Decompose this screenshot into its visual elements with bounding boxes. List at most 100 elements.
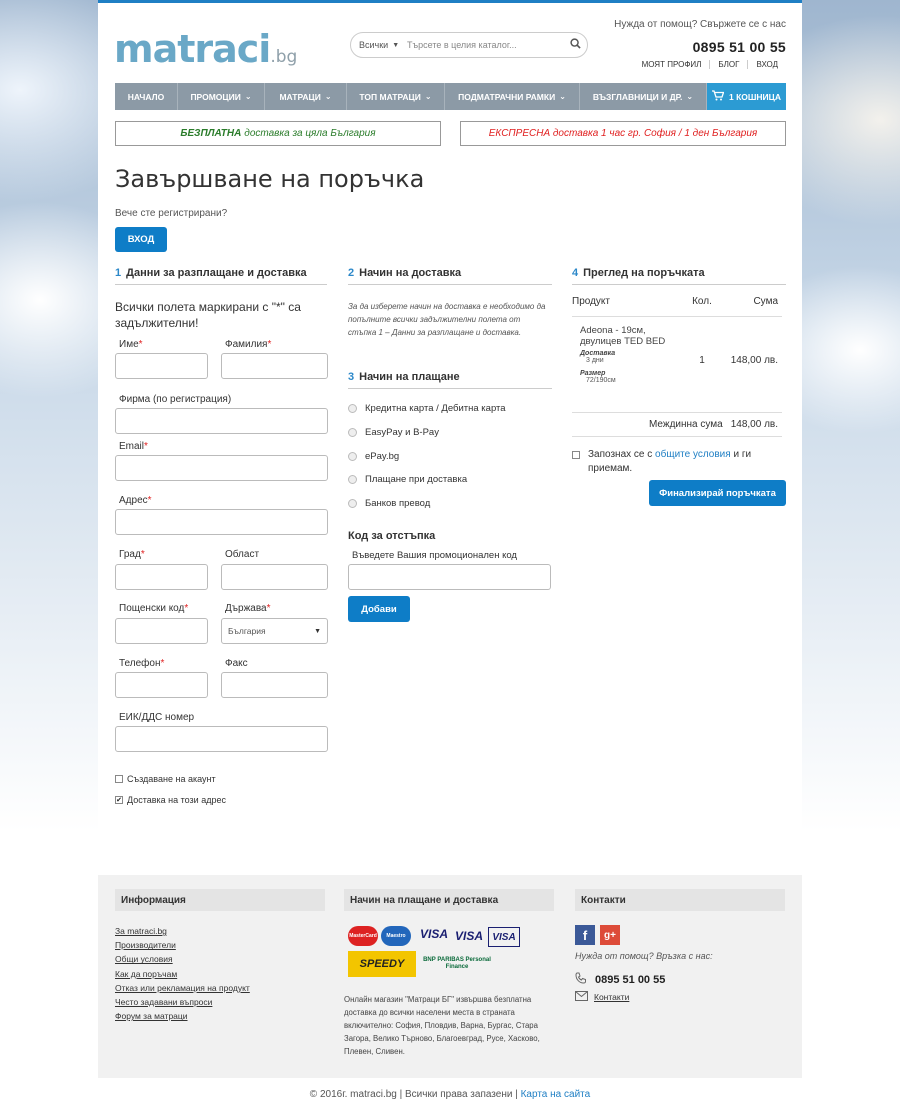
payment-option-easypay[interactable]: EasyPay и B-Pay <box>348 427 439 438</box>
nav-item-bed-frames[interactable]: ПОДМАТРАЧНИ РАМКИ ⌄ <box>445 83 580 110</box>
footer-link[interactable]: Как да поръчам <box>115 967 250 981</box>
payment-logos: MasterCard Maestro VISA VISA VISA SPEEDY… <box>348 925 548 981</box>
subtotal-label: Междинна сума <box>648 419 723 430</box>
cart-button[interactable]: 1 КОШНИЦА <box>707 83 786 110</box>
footer-link[interactable]: Форум за матраци <box>115 1009 250 1023</box>
phone-field[interactable] <box>115 672 208 698</box>
discount-label: Въведете Вашия промоционален код <box>352 550 517 561</box>
payment-option-epay[interactable]: ePay.bg <box>348 451 399 462</box>
radio-button[interactable] <box>348 475 357 484</box>
cart-icon <box>711 90 725 103</box>
payment-option-label: Плащане при доставка <box>365 474 468 485</box>
link-login[interactable]: ВХОД <box>747 60 786 69</box>
search-input[interactable]: Търсете в целия каталог... <box>407 40 563 50</box>
finalize-order-button[interactable]: Финализирай поръчката <box>649 480 786 506</box>
terms-checkbox[interactable] <box>572 451 580 459</box>
footer-link[interactable]: Често задавани въпроси <box>115 995 250 1009</box>
mastercard-logo: MasterCard <box>348 926 378 946</box>
header-phone[interactable]: 0895 51 00 55 <box>693 39 786 55</box>
email-field[interactable] <box>115 455 328 481</box>
add-discount-button[interactable]: Добави <box>348 596 410 622</box>
vat-field[interactable] <box>115 726 328 752</box>
footer-contacts-link[interactable]: Контакти <box>575 991 629 1003</box>
subtotal-value: 148,00 лв. <box>730 419 778 430</box>
footer-link[interactable]: Общи условия <box>115 952 250 966</box>
column-qty: Кол. <box>692 296 712 307</box>
main-nav: НАЧАЛО ПРОМОЦИИ ⌄ МАТРАЦИ ⌄ ТОП МАТРАЦИ ⌄ П… <box>115 83 786 110</box>
visa-electron-logo: VISA <box>488 927 520 947</box>
ship-to-address-checkbox[interactable]: ✔ <box>115 796 123 804</box>
fax-field[interactable] <box>221 672 328 698</box>
fax-label: Факс <box>225 658 248 669</box>
postcode-field[interactable] <box>115 618 208 644</box>
ship-to-address-option[interactable]: ✔ Доставка на този адрес <box>115 795 226 805</box>
payment-option-label: Банков превод <box>365 498 431 509</box>
payment-option-card[interactable]: Кредитна карта / Дебитна карта <box>348 403 506 414</box>
nav-item-top-mattresses[interactable]: ТОП МАТРАЦИ ⌄ <box>347 83 445 110</box>
payment-heading: 3 Начин на плащане <box>348 371 552 389</box>
cart-label: 1 КОШНИЦА <box>728 91 782 102</box>
search-icon[interactable] <box>563 38 587 52</box>
search-category-select[interactable]: Всички ▼ <box>351 40 407 50</box>
region-field[interactable] <box>221 564 328 590</box>
vat-label: ЕИК/ДДС номер <box>119 712 195 723</box>
step-number: 2 <box>348 267 355 279</box>
terms-option: Запознах се с общите условия и ги приема… <box>572 448 782 476</box>
product-name[interactable]: Adeona - 19см, двулицев TED BED <box>580 325 677 347</box>
column-product: Продукт <box>572 296 610 307</box>
step-number: 4 <box>572 267 579 279</box>
footer-info-title: Информация <box>115 889 325 911</box>
last-name-field[interactable] <box>221 353 328 379</box>
free-delivery-text: доставка за цяла България <box>244 128 376 139</box>
nav-item-pillows[interactable]: ВЪЗГЛАВНИЦИ И ДР. ⌄ <box>580 83 707 110</box>
nav-item-home[interactable]: НАЧАЛО <box>115 83 178 110</box>
delivery-note: За да изберете начин на доставка е необх… <box>348 302 546 337</box>
create-account-label: Създаване на акаунт <box>127 774 216 784</box>
ship-to-address-label: Доставка на този адрес <box>127 795 226 805</box>
logo-tld: .bg <box>270 47 298 67</box>
review-heading: 4 Преглед на поръчката <box>572 267 786 285</box>
footer-phone[interactable]: 0895 51 00 55 <box>575 972 665 987</box>
link-my-profile[interactable]: МОЯТ ПРОФИЛ <box>634 60 710 69</box>
payment-option-cod[interactable]: Плащане при доставка <box>348 474 467 485</box>
address-field[interactable] <box>115 509 328 535</box>
product-cell: Adeona - 19см, двулицев TED BED Доставка… <box>572 325 677 412</box>
footer-link[interactable]: Производители <box>115 938 250 952</box>
footer-link[interactable]: За matraci.bg <box>115 924 250 938</box>
radio-button[interactable] <box>348 499 357 508</box>
first-name-label: Име* <box>119 339 143 350</box>
sitemap-link[interactable]: Карта на сайта <box>521 1089 591 1100</box>
discount-code-input[interactable] <box>348 564 551 590</box>
footer-link[interactable]: Отказ или рекламация на продукт <box>115 981 250 995</box>
country-select[interactable]: България ▼ <box>221 618 328 644</box>
google-plus-icon[interactable]: g+ <box>600 925 620 945</box>
create-account-option[interactable]: Създаване на акаунт <box>115 774 216 784</box>
nav-item-mattresses[interactable]: МАТРАЦИ ⌄ <box>265 83 347 110</box>
column-sum: Сума <box>753 296 778 307</box>
login-button[interactable]: ВХОД <box>115 227 167 252</box>
copyright: © 2016г. matraci.bg | Всички права запаз… <box>98 1089 802 1100</box>
company-field[interactable] <box>115 408 328 434</box>
nav-label: МАТРАЦИ <box>279 91 321 102</box>
footer-help-text: Нужда от помощ? Връзка с нас: <box>575 951 713 961</box>
radio-button[interactable] <box>348 428 357 437</box>
nav-label: ТОП МАТРАЦИ <box>359 91 421 102</box>
city-label: Град* <box>119 549 145 560</box>
phone-icon <box>575 972 587 987</box>
radio-button[interactable] <box>348 452 357 461</box>
city-field[interactable] <box>115 564 208 590</box>
link-blog[interactable]: БЛОГ <box>709 60 747 69</box>
free-delivery-banner: БЕЗПЛАТНА доставка за цяла България <box>115 121 441 146</box>
terms-link[interactable]: общите условия <box>655 449 731 460</box>
chevron-down-icon: ⌄ <box>324 92 332 101</box>
nav-item-promotions[interactable]: ПРОМОЦИИ ⌄ <box>178 83 265 110</box>
first-name-field[interactable] <box>115 353 208 379</box>
site-logo[interactable]: matraci.bg <box>114 27 297 71</box>
address-label: Адрес* <box>119 495 152 506</box>
payment-option-bank[interactable]: Банков превод <box>348 498 430 509</box>
create-account-checkbox[interactable] <box>115 775 123 783</box>
radio-button[interactable] <box>348 404 357 413</box>
facebook-icon[interactable]: f <box>575 925 595 945</box>
nav-label: ПОДМАТРАЧНИ РАМКИ <box>458 91 556 102</box>
social-links: f g+ <box>575 925 620 945</box>
